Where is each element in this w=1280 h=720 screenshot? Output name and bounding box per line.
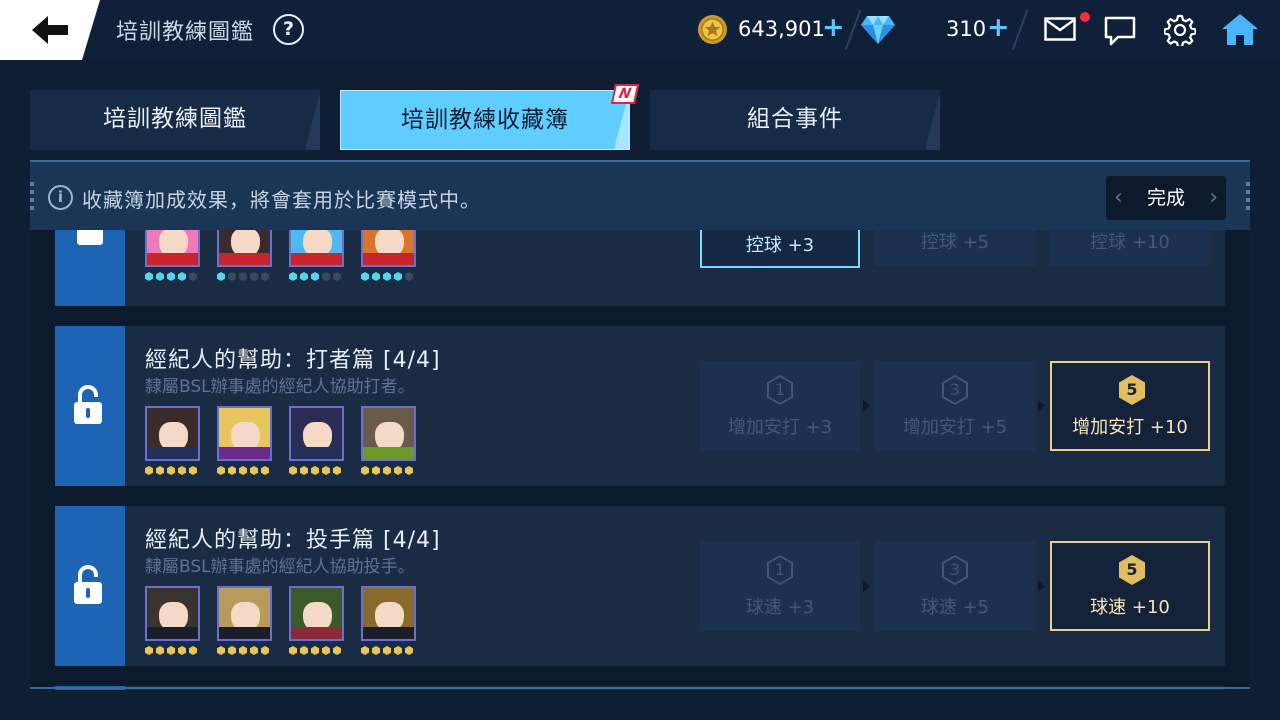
avatar[interactable] bbox=[145, 586, 200, 641]
top-bar: 培訓教練圖鑑 ? 643,901 + 310 + bbox=[0, 0, 1280, 60]
lock-column bbox=[55, 506, 125, 666]
divider bbox=[1011, 10, 1029, 50]
notification-dot bbox=[1080, 12, 1090, 22]
coin-amount: 643,901 bbox=[738, 17, 825, 41]
coin-icon bbox=[697, 14, 728, 45]
gem-amount: 310 bbox=[946, 17, 987, 41]
mail-icon[interactable] bbox=[1044, 17, 1076, 41]
panel-bottom-border bbox=[30, 687, 1250, 689]
add-gems-button[interactable]: + bbox=[987, 12, 1010, 43]
bonus-tier-1[interactable]: 控球 +3 bbox=[700, 226, 860, 268]
grip-handle bbox=[1246, 182, 1250, 212]
avatar[interactable] bbox=[289, 406, 344, 461]
bonus-tier-1[interactable]: 1 球速 +3 bbox=[700, 541, 860, 631]
collection-row-pitcher: 經紀人的幫助：投手篇 [4/4] 隸屬BSL辦事處的經紀人協助投手。 1 球速 … bbox=[55, 506, 1225, 666]
new-badge: N bbox=[610, 84, 640, 104]
avatar[interactable] bbox=[217, 586, 272, 641]
avatar[interactable] bbox=[361, 586, 416, 641]
info-text: 收藏簿加成效果，將會套用於比賽模式中。 bbox=[82, 188, 481, 212]
avatar[interactable] bbox=[361, 406, 416, 461]
row-description: 隸屬BSL辦事處的經紀人協助打者。 bbox=[145, 377, 415, 397]
level-hex-icon: 5 bbox=[1119, 555, 1145, 585]
collection-panel[interactable]: 控球 +3 控球 +5 控球 +10 經紀人的幫助：打者篇 [4/4] 隸屬BS… bbox=[30, 160, 1250, 690]
add-coins-button[interactable]: + bbox=[822, 12, 845, 43]
collection-row-batter: 經紀人的幫助：打者篇 [4/4] 隸屬BSL辦事處的經紀人協助打者。 1 增加安… bbox=[55, 326, 1225, 486]
bonus-tier-3[interactable]: 控球 +10 bbox=[1050, 226, 1210, 266]
unlocked-lock-icon bbox=[74, 565, 102, 604]
level-hex-icon: 5 bbox=[1119, 375, 1145, 405]
avatar[interactable] bbox=[145, 406, 200, 461]
unlocked-lock-icon bbox=[74, 385, 102, 424]
avatar[interactable] bbox=[289, 586, 344, 641]
chat-icon[interactable] bbox=[1104, 16, 1136, 46]
row-description: 隸屬BSL辦事處的經紀人協助投手。 bbox=[145, 557, 415, 577]
chevron-left-icon[interactable]: ‹ bbox=[1114, 176, 1123, 220]
info-bar: i 收藏簿加成效果，將會套用於比賽模式中。 ‹ 完成 › bbox=[30, 160, 1250, 230]
bonus-tier-2[interactable]: 3 增加安打 +5 bbox=[875, 361, 1035, 451]
bonus-tier-3[interactable]: 5 增加安打 +10 bbox=[1050, 361, 1210, 451]
bonus-tier-3[interactable]: 5 球速 +10 bbox=[1050, 541, 1210, 631]
done-button[interactable]: ‹ 完成 › bbox=[1106, 176, 1226, 220]
back-arrow-icon bbox=[32, 16, 68, 44]
bonus-tier-2[interactable]: 控球 +5 bbox=[875, 226, 1035, 266]
page-title: 培訓教練圖鑑 bbox=[116, 20, 255, 45]
tab-combo-events[interactable]: 組合事件 bbox=[650, 90, 940, 150]
tab-coach-catalog[interactable]: 培訓教練圖鑑 bbox=[30, 90, 320, 150]
bonus-tier-1[interactable]: 1 增加安打 +3 bbox=[700, 361, 860, 451]
arrow-icon bbox=[1038, 580, 1045, 592]
level-hex-icon: 1 bbox=[767, 375, 793, 405]
diamond-icon bbox=[861, 16, 895, 44]
arrow-icon bbox=[1038, 400, 1045, 412]
arrow-icon bbox=[863, 580, 870, 592]
level-hex-icon: 1 bbox=[767, 555, 793, 585]
lock-column bbox=[55, 326, 125, 486]
row-title: 經紀人的幫助：打者篇 [4/4] bbox=[145, 348, 441, 373]
bonus-tier-2[interactable]: 3 球速 +5 bbox=[875, 541, 1035, 631]
tab-coach-collection[interactable]: 培訓教練收藏簿 bbox=[340, 90, 630, 150]
info-icon: i bbox=[48, 185, 73, 210]
arrow-icon bbox=[863, 400, 870, 412]
level-hex-icon: 3 bbox=[942, 375, 968, 405]
row-title: 經紀人的幫助：投手篇 [4/4] bbox=[145, 528, 441, 553]
gear-icon[interactable] bbox=[1164, 14, 1196, 46]
home-icon[interactable] bbox=[1221, 12, 1259, 46]
back-button[interactable] bbox=[0, 0, 100, 60]
done-label: 完成 bbox=[1146, 187, 1185, 209]
chevron-right-icon[interactable]: › bbox=[1209, 176, 1218, 220]
grip-handle bbox=[30, 182, 34, 212]
divider bbox=[844, 10, 862, 50]
help-icon[interactable]: ? bbox=[273, 14, 304, 45]
avatar[interactable] bbox=[217, 406, 272, 461]
level-hex-icon: 3 bbox=[942, 555, 968, 585]
